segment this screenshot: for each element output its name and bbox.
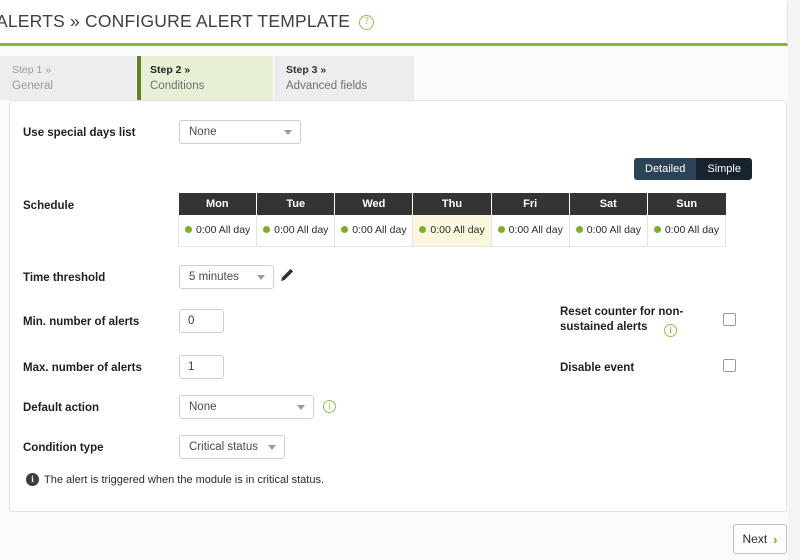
max-alerts-input[interactable]: 1	[179, 355, 224, 379]
page-header: ALERTS » CONFIGURE ALERT TEMPLATE ?	[0, 0, 788, 46]
schedule-cell-tue-text: 0:00 All day	[274, 224, 329, 237]
wizard-step-2-number: Step 2 »	[150, 64, 191, 76]
schedule-data-row: 0:00 All day 0:00 All day 0:00 All day 0…	[177, 215, 727, 247]
wizard-step-1-number: Step 1 »	[12, 64, 52, 76]
schedule-col-tue: Tue	[256, 193, 336, 215]
chevron-down-icon	[297, 405, 305, 410]
schedule-cell-mon-text: 0:00 All day	[196, 224, 251, 237]
schedule-cell-thu[interactable]: 0:00 All day	[412, 215, 492, 247]
next-button-label: Next	[742, 532, 768, 546]
condition-type-value: Critical status	[189, 441, 259, 453]
special-days-label: Use special days list	[23, 127, 136, 139]
time-threshold-label: Time threshold	[23, 272, 106, 284]
conditions-form-panel: Use special days list None Detailed Simp…	[9, 100, 787, 512]
schedule-col-sun: Sun	[647, 193, 726, 215]
schedule-label: Schedule	[23, 200, 75, 212]
pencil-icon[interactable]	[279, 267, 295, 288]
schedule-cell-fri[interactable]: 0:00 All day	[490, 215, 570, 247]
reset-counter-label-line1: Reset counter for non-	[560, 306, 684, 318]
chevron-down-icon	[257, 275, 265, 280]
time-threshold-value: 5 minutes	[189, 271, 239, 283]
chevron-right-icon: ›	[773, 531, 778, 547]
wizard-step-3-label: Advanced fields	[286, 80, 368, 92]
default-action-select[interactable]: None	[179, 395, 314, 419]
schedule-header-row: Mon Tue Wed Thu Fri Sat Sun	[178, 193, 726, 215]
default-action-label: Default action	[23, 402, 100, 414]
reset-counter-info-icon[interactable]: i	[664, 324, 677, 337]
reset-counter-checkbox[interactable]	[723, 313, 736, 326]
min-alerts-input[interactable]: 0	[179, 309, 224, 333]
status-dot-icon	[185, 225, 192, 233]
wizard-step-2[interactable]: Step 2 » Conditions	[137, 56, 274, 100]
schedule-col-mon: Mon	[178, 193, 258, 215]
status-dot-icon	[419, 225, 427, 233]
schedule-cell-sun-text: 0:00 All day	[664, 224, 720, 237]
schedule-col-fri: Fri	[491, 193, 570, 215]
schedule-cell-sun[interactable]: 0:00 All day	[646, 215, 727, 247]
reset-counter-label: Reset counter for non- sustained alerts …	[560, 305, 710, 337]
condition-type-select[interactable]: Critical status	[179, 435, 285, 459]
question-circle-icon[interactable]: ?	[359, 14, 375, 30]
schedule-table: Mon Tue Wed Thu Fri Sat Sun 0:00 All day…	[177, 193, 727, 247]
wizard-step-3[interactable]: Step 3 » Advanced fields	[274, 56, 415, 100]
status-dot-icon	[497, 225, 505, 233]
schedule-cell-sat[interactable]: 0:00 All day	[568, 215, 648, 247]
chevron-down-icon	[284, 130, 292, 135]
schedule-col-wed: Wed	[334, 193, 414, 215]
max-alerts-label: Max. number of alerts	[23, 362, 142, 374]
schedule-view-toggle: Detailed Simple	[634, 158, 752, 180]
schedule-cell-thu-text: 0:00 All day	[430, 224, 485, 237]
info-filled-icon: i	[26, 473, 39, 486]
min-alerts-label: Min. number of alerts	[23, 316, 140, 328]
status-dot-icon	[653, 225, 661, 233]
time-threshold-select[interactable]: 5 minutes	[179, 265, 274, 289]
status-dot-icon	[263, 225, 271, 233]
special-days-value: None	[189, 126, 217, 138]
page-background-strip	[788, 0, 800, 560]
schedule-cell-sat-text: 0:00 All day	[586, 224, 641, 237]
page-title: ALERTS » CONFIGURE ALERT TEMPLATE	[0, 11, 351, 31]
wizard-step-2-label: Conditions	[150, 80, 205, 92]
schedule-cell-fri-text: 0:00 All day	[508, 224, 563, 237]
schedule-cell-tue[interactable]: 0:00 All day	[256, 215, 336, 247]
status-dot-icon	[575, 225, 583, 233]
schedule-cell-wed-text: 0:00 All day	[352, 224, 407, 237]
special-days-select[interactable]: None	[179, 120, 301, 144]
schedule-col-sat: Sat	[569, 193, 648, 215]
wizard-steps: Step 1 » General Step 2 » Conditions Ste…	[0, 56, 415, 100]
condition-type-label: Condition type	[23, 442, 104, 454]
disable-event-checkbox[interactable]	[723, 359, 736, 372]
schedule-col-thu: Thu	[412, 193, 492, 215]
toggle-detailed-button[interactable]: Detailed	[634, 158, 697, 180]
schedule-cell-wed[interactable]: 0:00 All day	[334, 215, 414, 247]
toggle-simple-button[interactable]: Simple	[696, 158, 752, 180]
wizard-step-1[interactable]: Step 1 » General	[0, 56, 137, 100]
reset-counter-label-line2: sustained alerts	[560, 321, 648, 333]
condition-note-text: The alert is triggered when the module i…	[44, 474, 325, 486]
status-dot-icon	[341, 225, 349, 233]
default-action-info-icon[interactable]: i	[323, 400, 336, 413]
wizard-step-3-number: Step 3 »	[286, 64, 327, 76]
schedule-cell-mon[interactable]: 0:00 All day	[177, 215, 258, 247]
default-action-value: None	[189, 401, 217, 413]
chevron-down-icon	[268, 445, 276, 450]
disable-event-label: Disable event	[560, 362, 635, 374]
wizard-step-1-label: General	[12, 80, 53, 92]
next-button[interactable]: Next ›	[733, 524, 787, 554]
